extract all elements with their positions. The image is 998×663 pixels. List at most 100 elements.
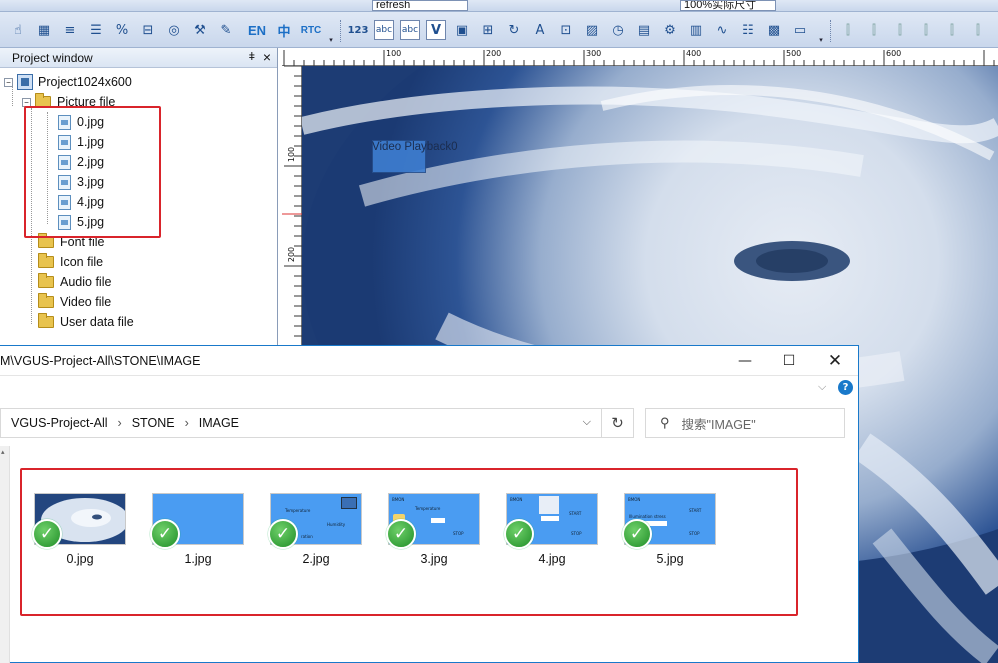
tree-folder-label: Video file bbox=[60, 295, 112, 309]
image-icon[interactable]: ▣ bbox=[452, 20, 472, 40]
folder-icon bbox=[38, 253, 54, 268]
ribbon-expand-icon[interactable]: ⌵ bbox=[818, 380, 826, 394]
tree-folder-label: Audio file bbox=[60, 275, 112, 289]
align-left-icon[interactable]: ⫿ bbox=[838, 20, 858, 40]
percent-icon[interactable]: % bbox=[112, 20, 132, 40]
zoom-dropdown-value: 100%实际尺寸 bbox=[684, 0, 757, 11]
nav-pane-scrollbar[interactable]: ▴ bbox=[0, 446, 10, 663]
align-icon[interactable]: ≡ bbox=[60, 20, 80, 40]
search-box[interactable]: ⚲ 搜索"IMAGE" bbox=[645, 408, 845, 438]
ruler-label: 200 bbox=[287, 246, 297, 263]
project-window: Project window ǂ × − Project1024x600 − P… bbox=[0, 48, 278, 348]
help-icon[interactable]: ? bbox=[838, 380, 853, 395]
tree-folder-video[interactable]: Video file bbox=[38, 292, 111, 312]
ruler-label: 300 bbox=[586, 49, 602, 58]
ruler-label: 200 bbox=[486, 49, 502, 58]
project-window-title: Project window bbox=[12, 50, 93, 65]
counter-icon[interactable]: ⊡ bbox=[556, 20, 576, 40]
edit-icon[interactable]: ✎ bbox=[216, 20, 236, 40]
breadcrumb-separator-icon: › bbox=[117, 416, 122, 430]
bullets-icon[interactable]: ☷ bbox=[738, 20, 758, 40]
project-window-header: Project window ǂ × bbox=[0, 48, 277, 68]
text-input-button[interactable]: abc bbox=[374, 20, 394, 40]
tree-project-label: Project1024x600 bbox=[38, 75, 132, 89]
pin-icon[interactable]: ǂ bbox=[249, 51, 255, 63]
project-icon bbox=[17, 74, 33, 90]
ruler-label: 500 bbox=[786, 49, 802, 58]
ruler-label: 100 bbox=[386, 49, 402, 58]
variable-icon[interactable]: V bbox=[426, 20, 446, 40]
close-icon[interactable]: × bbox=[263, 49, 271, 65]
tree-folder-label: User data file bbox=[60, 315, 134, 329]
clock-icon[interactable]: ◷ bbox=[608, 20, 628, 40]
rtc-button[interactable]: RTC bbox=[298, 20, 324, 40]
tree-folder-audio[interactable]: Audio file bbox=[38, 272, 111, 292]
explorer-window: M\VGUS-Project-All\STONE\IMAGE — ☐ ✕ ⌵ ?… bbox=[0, 345, 859, 663]
toolbar-chevron-icon[interactable]: ▾ bbox=[326, 36, 336, 45]
tree-folder-label: Icon file bbox=[60, 255, 104, 269]
refresh-button[interactable]: ↻ bbox=[602, 408, 634, 438]
folder-icon bbox=[38, 293, 54, 308]
widget-toolbar: ☝ ▦ ≡ ☰ % ⊟ ◎ ⚒ ✎ EN 中 RTC ▾ 123 abc abc… bbox=[0, 12, 998, 48]
monitor-icon[interactable]: ▭ bbox=[790, 20, 810, 40]
toolbar-separator bbox=[830, 20, 833, 42]
sliders-icon[interactable]: ⊞ bbox=[478, 20, 498, 40]
align-bottom-icon[interactable]: ⫿ bbox=[968, 20, 988, 40]
chart-icon[interactable]: ▥ bbox=[686, 20, 706, 40]
qrcode-icon[interactable]: ▩ bbox=[764, 20, 784, 40]
address-bar[interactable]: VGUS-Project-All › STONE › IMAGE ⌵ bbox=[0, 408, 602, 438]
highlight-box-files bbox=[20, 468, 798, 616]
align-right-icon[interactable]: ⫿ bbox=[890, 20, 910, 40]
toolbar-separator bbox=[340, 20, 343, 42]
search-icon: ⚲ bbox=[660, 415, 670, 430]
action-dropdown-value: refresh bbox=[376, 0, 411, 11]
wave-icon[interactable]: ∿ bbox=[712, 20, 732, 40]
breadcrumb-item[interactable]: STONE bbox=[132, 416, 175, 430]
ruler-label: 400 bbox=[686, 49, 702, 58]
font-icon[interactable]: A bbox=[530, 20, 550, 40]
explorer-ribbon: ⌵ ? bbox=[0, 376, 858, 403]
toolbar-chevron-icon[interactable]: ▾ bbox=[816, 36, 826, 45]
top-toolbar-row: refresh 100%实际尺寸 bbox=[0, 0, 998, 12]
breadcrumb-item[interactable]: IMAGE bbox=[199, 416, 239, 430]
align-top-icon[interactable]: ⫿ bbox=[916, 20, 936, 40]
breadcrumb-separator-icon: › bbox=[184, 416, 189, 430]
lang-en-button[interactable]: EN bbox=[244, 20, 270, 40]
target-icon[interactable]: ◎ bbox=[164, 20, 184, 40]
list-icon[interactable]: ☰ bbox=[86, 20, 106, 40]
ruler-label: 100 bbox=[287, 146, 297, 163]
minimize-button[interactable]: — bbox=[722, 346, 768, 376]
gear-icon[interactable]: ⚙ bbox=[660, 20, 680, 40]
action-dropdown[interactable]: refresh bbox=[372, 0, 468, 11]
grid-icon[interactable]: ▦ bbox=[34, 20, 54, 40]
tree-folder-user[interactable]: User data file bbox=[38, 312, 134, 332]
tools-icon[interactable]: ⚒ bbox=[190, 20, 210, 40]
lang-zh-button[interactable]: 中 bbox=[274, 20, 294, 40]
tree-project-node[interactable]: − Project1024x600 bbox=[4, 72, 132, 92]
maximize-button[interactable]: ☐ bbox=[766, 346, 812, 376]
screen-icon[interactable]: ▤ bbox=[634, 20, 654, 40]
close-button[interactable]: ✕ bbox=[812, 346, 858, 376]
slider-icon[interactable]: ⊟ bbox=[138, 20, 158, 40]
collapse-icon[interactable]: − bbox=[4, 77, 13, 87]
align-center-icon[interactable]: ⫿ bbox=[864, 20, 884, 40]
folder-icon bbox=[38, 313, 54, 328]
text-display-button[interactable]: abc bbox=[400, 20, 420, 40]
ruler-label: 600 bbox=[886, 49, 902, 58]
refresh-icon[interactable]: ↻ bbox=[504, 20, 524, 40]
tree-folder-icon[interactable]: Icon file bbox=[38, 252, 103, 272]
search-placeholder: 搜索"IMAGE" bbox=[681, 417, 756, 432]
align-middle-icon[interactable]: ⫿ bbox=[942, 20, 962, 40]
explorer-title: M\VGUS-Project-All\STONE\IMAGE bbox=[0, 353, 201, 368]
video-playback-label: Video Playback0 bbox=[372, 141, 458, 153]
zoom-dropdown[interactable]: 100%实际尺寸 bbox=[680, 0, 776, 11]
horizontal-ruler: 100 200 300 400 500 600 bbox=[282, 48, 998, 66]
scroll-up-icon[interactable]: ▴ bbox=[1, 448, 5, 456]
pointer-icon[interactable]: ☝ bbox=[8, 20, 28, 40]
address-dropdown-icon[interactable]: ⌵ bbox=[583, 416, 591, 429]
highlight-box-tree bbox=[24, 106, 161, 238]
number-input-button[interactable]: 123 bbox=[346, 20, 370, 40]
folder-icon bbox=[38, 273, 54, 288]
breadcrumb-item[interactable]: VGUS-Project-All bbox=[11, 416, 108, 430]
picture-icon[interactable]: ▨ bbox=[582, 20, 602, 40]
